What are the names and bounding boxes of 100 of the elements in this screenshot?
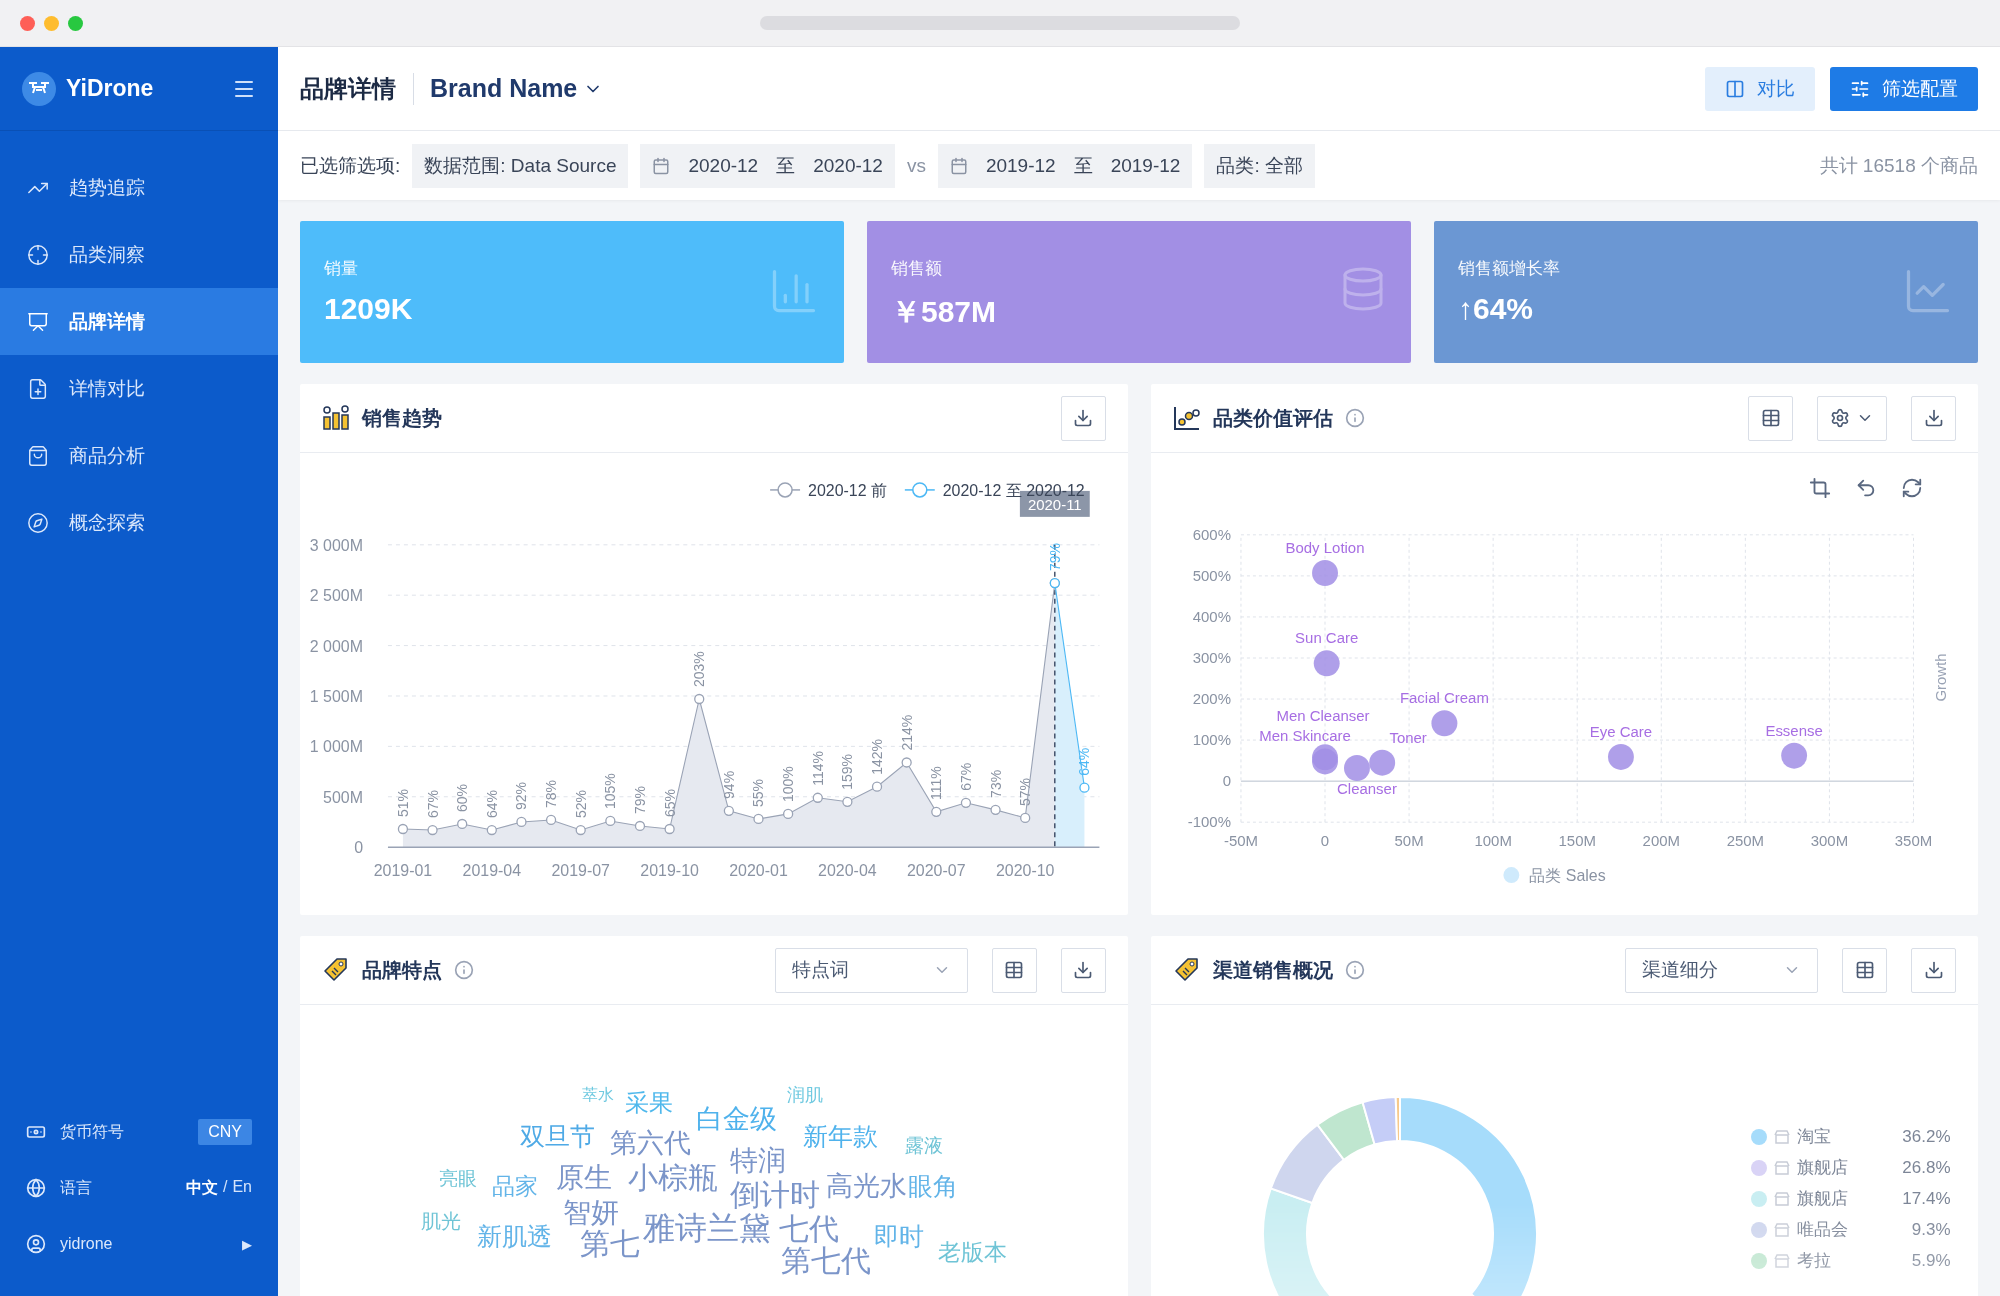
kpi-label: 销售额增长率 [1458, 258, 1560, 280]
growth-label: 60% [454, 784, 471, 812]
point-label: Essense [1764, 721, 1823, 739]
point-label: Body Lotion [1285, 539, 1364, 557]
date-separator: 至 [776, 153, 796, 178]
legend-value: 36.2% [1902, 1126, 1951, 1147]
axis-label: 350M [1894, 832, 1932, 850]
axis-label: -100% [1187, 813, 1231, 831]
cloud-word: 采果 [625, 1090, 673, 1115]
cloud-word: 眼角 [908, 1174, 958, 1200]
brand-name: YiDrone [66, 75, 155, 102]
cloud-word: 肌光 [421, 1211, 461, 1231]
legend-label: 2020-12 前 [808, 481, 888, 499]
axis-label: 100% [1192, 731, 1231, 749]
kpi-label: 销售额 [891, 258, 942, 280]
growth-label: 203% [691, 651, 708, 687]
axis-label: 50M [1394, 832, 1424, 850]
axis-label: 2019-07 [551, 862, 610, 880]
cloud-word: 小棕瓶 [628, 1162, 718, 1193]
date-from: 2019-12 [985, 154, 1056, 177]
legend-label: 考拉 [1796, 1250, 1831, 1272]
axis-label: 0 [354, 839, 363, 857]
axis-label: 0 [1320, 832, 1329, 850]
cloud-word: 萃水 [582, 1087, 614, 1104]
kpi-label: 销量 [324, 258, 358, 280]
growth-label: 64% [483, 790, 500, 819]
legend-label: 唯品会 [1796, 1219, 1848, 1241]
legend-value: 9.3% [1911, 1219, 1951, 1240]
total-count: 共计 16518 个商品 [1819, 153, 1978, 178]
cloud-word: 露液 [905, 1135, 943, 1155]
axis-label: 500M [323, 788, 363, 806]
legend-value: 5.9% [1911, 1250, 1951, 1271]
axis-label: -50M [1223, 832, 1258, 850]
axis-label: 2020-04 [818, 862, 877, 880]
growth-label: 100% [780, 766, 797, 802]
legend-label: 2020-12 至 2020-12 [942, 481, 1085, 499]
setting-label: 货币符号 [60, 1121, 125, 1142]
growth-label: 94% [720, 770, 737, 799]
axis-label: 1 500M [309, 687, 363, 705]
cloud-word: 第七 [580, 1228, 640, 1259]
kpi-value: ￥587M [891, 294, 997, 330]
axis-label: 2020-07 [907, 862, 966, 880]
growth-label: 142% [869, 739, 885, 775]
date-from: 2020-12 [688, 154, 759, 177]
axis-label: 2019-10 [640, 862, 699, 880]
kpi-value: 1209K [324, 292, 413, 326]
growth-label: 57% [1017, 778, 1034, 806]
axis-label: 3 000M [309, 536, 363, 554]
cloud-word: 第七代 [781, 1245, 871, 1276]
cloud-word: 特润 [730, 1146, 786, 1175]
cloud-word: 即时 [874, 1224, 924, 1250]
axis-label: 400% [1192, 607, 1231, 625]
growth-label: 51% [394, 789, 411, 818]
legend-label: 旗舰店 [1796, 1188, 1848, 1210]
growth-label: 214% [898, 714, 915, 751]
growth-label: 114% [809, 751, 826, 786]
axis-label: 2019-04 [462, 862, 522, 880]
axis-label: 600% [1192, 525, 1231, 543]
vs-label: vs [906, 154, 926, 177]
cloud-word: 品家 [492, 1175, 538, 1199]
panel-title: 品牌特点 [362, 957, 442, 983]
axis-label: 200% [1192, 690, 1231, 708]
point-label: Facial Cream [1399, 689, 1489, 707]
axis-label: 300M [1810, 832, 1848, 850]
legend-label: 旗舰店 [1796, 1157, 1848, 1179]
setting-label: 语言 [60, 1177, 93, 1198]
cloud-word: 新年款 [803, 1124, 878, 1150]
cloud-word: 雅诗兰黛 [643, 1212, 771, 1245]
cloud-word: 润肌 [787, 1086, 823, 1105]
panel-title: 销售趋势 [362, 405, 442, 431]
axis-label: 500% [1192, 566, 1231, 584]
cloud-word: 亮眼 [439, 1168, 477, 1188]
growth-label: 78% [543, 780, 560, 808]
point-label: Eye Care [1589, 722, 1652, 740]
axis-label: 2 500M [309, 587, 363, 605]
growth-label: 105% [602, 773, 619, 809]
growth-label: 65% [661, 789, 678, 818]
growth-label: 79% [1046, 543, 1063, 572]
legend-label: 品类 Sales [1528, 867, 1606, 885]
axis-label: 2 000M [309, 637, 363, 655]
panel-title: 渠道销售概况 [1212, 957, 1333, 983]
growth-label: 67% [957, 762, 974, 791]
cloud-word: 智妍 [563, 1198, 619, 1227]
growth-label: 111% [928, 766, 945, 800]
kpi-value: ↑64% [1458, 292, 1534, 326]
cloud-word: 老版本 [938, 1241, 1007, 1265]
growth-label: 159% [839, 754, 856, 790]
point-label: Toner [1388, 728, 1427, 746]
point-label: Men Cleanser [1276, 707, 1370, 725]
growth-label: 52% [572, 790, 589, 819]
cloud-word: 原生 [556, 1163, 612, 1192]
axis-label: 250M [1726, 832, 1764, 850]
axis-label: 1 000M [309, 738, 363, 756]
axis-title: Growth [1931, 653, 1949, 702]
growth-label: 73% [987, 769, 1004, 798]
axis-label: 300% [1192, 648, 1231, 666]
growth-label: 64% [1076, 747, 1093, 776]
panel-title: 品类价值评估 [1212, 405, 1333, 431]
date-to: 2019-12 [1110, 154, 1181, 177]
date-to: 2020-12 [813, 154, 883, 177]
